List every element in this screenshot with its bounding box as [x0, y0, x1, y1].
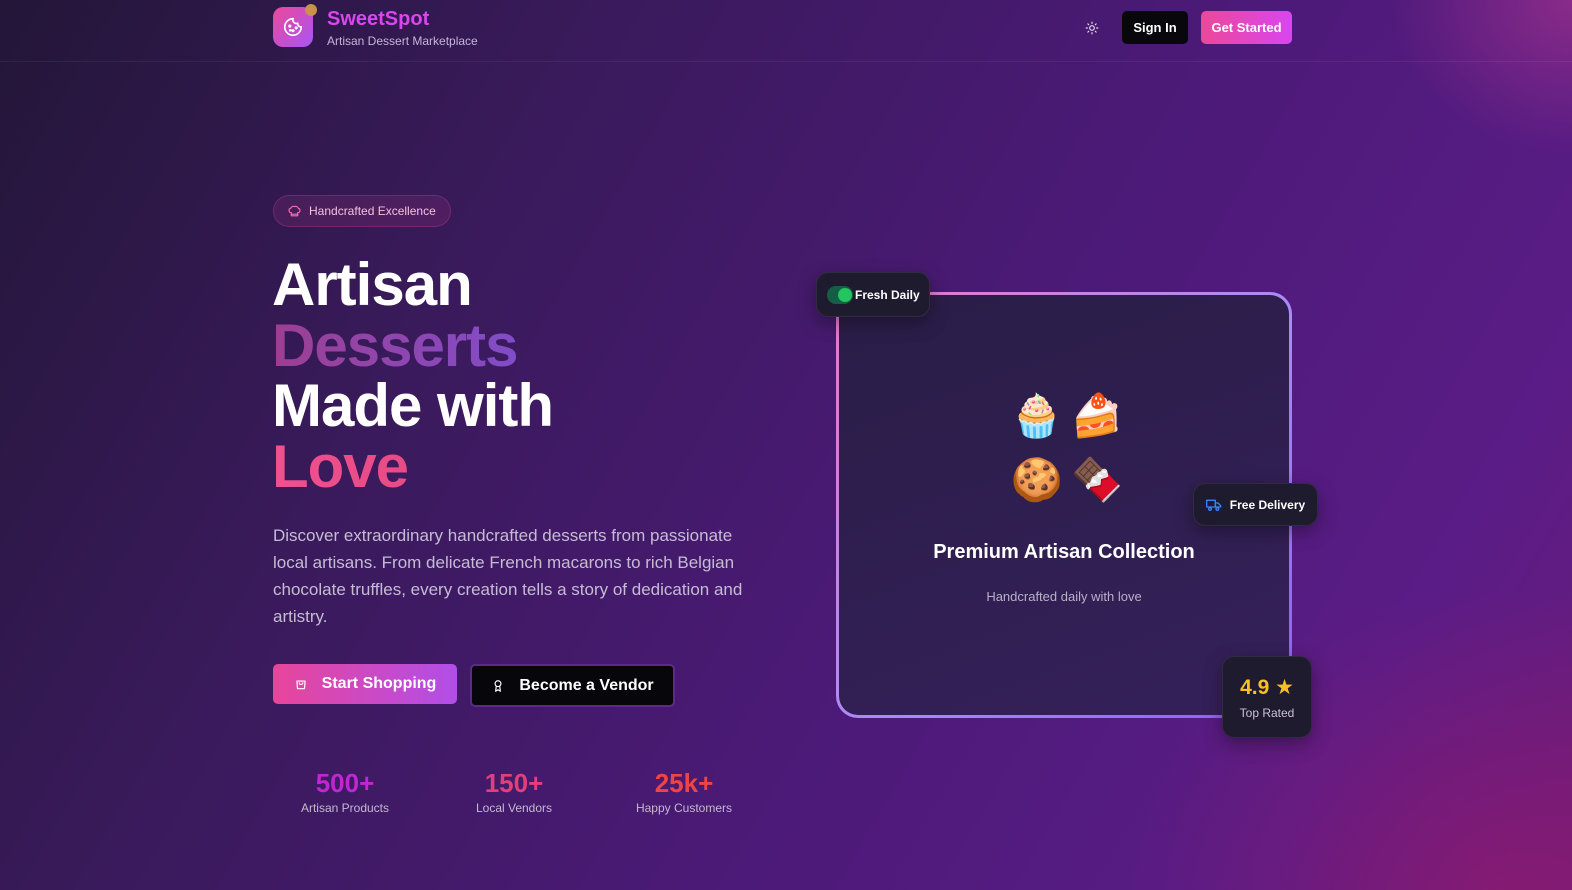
rating-label: Top Rated	[1239, 706, 1295, 720]
rating-badge: 4.9 ★ Top Rated	[1222, 656, 1312, 738]
showcase-title: Premium Artisan Collection	[933, 541, 1195, 563]
dessert-emoji-grid: 🧁 🍰 🍪 🍫	[1007, 390, 1127, 506]
fresh-daily-label: Fresh Daily	[855, 287, 920, 302]
logo-badge[interactable]	[273, 4, 317, 47]
get-started-button[interactable]: Get Started	[1201, 11, 1292, 44]
hero-badge-label: Handcrafted Excellence	[309, 204, 436, 218]
free-delivery-label: Free Delivery	[1229, 497, 1306, 512]
stat-value: 25k+	[654, 768, 714, 798]
rating-value-row: 4.9 ★	[1223, 675, 1311, 700]
stat-value: 500+	[315, 768, 375, 798]
start-shopping-label: Start Shopping	[321, 675, 437, 692]
brand-name: SweetSpot	[327, 8, 430, 30]
cookie-emoji: 🍪	[1010, 456, 1064, 503]
stat-value: 150+	[484, 768, 544, 798]
award-icon	[494, 679, 502, 692]
showcase-subtitle: Handcrafted daily with love	[986, 589, 1142, 604]
headline-line-4: Love	[272, 436, 553, 498]
stat-vendors: 150+ Local Vendors	[449, 768, 579, 815]
star-icon: ★	[1275, 676, 1294, 699]
headline-line-1: Artisan	[272, 251, 473, 318]
fresh-status-toggle	[827, 285, 853, 304]
stat-customers: 25k+ Happy Customers	[619, 768, 749, 815]
chocolate-emoji: 🍫	[1070, 456, 1124, 503]
brand[interactable]: SweetSpot Artisan Dessert Marketplace	[327, 7, 478, 48]
headline-line-3: Made with	[272, 372, 554, 439]
header-divider	[0, 61, 1572, 62]
free-delivery-badge: Free Delivery	[1193, 483, 1318, 526]
chef-hat-icon	[288, 205, 301, 216]
brand-tagline: Artisan Dessert Marketplace	[327, 34, 478, 48]
start-shopping-button[interactable]: Start Shopping	[273, 664, 457, 704]
stat-label: Local Vendors	[475, 801, 553, 815]
logo-notification-dot	[305, 4, 317, 16]
shopping-bag-icon	[296, 680, 306, 690]
sign-in-button[interactable]: Sign In	[1122, 11, 1188, 44]
truck-icon	[1205, 499, 1222, 511]
headline-line-2: Desserts	[272, 315, 553, 377]
hero-description: Discover extraordinary handcrafted desse…	[273, 526, 743, 626]
cake-emoji: 🍰	[1070, 392, 1124, 439]
become-vendor-button[interactable]: Become a Vendor	[470, 664, 675, 707]
cookie-icon	[283, 17, 303, 37]
hero-headline: Artisan Desserts Made with Love	[272, 251, 554, 498]
stat-label: Happy Customers	[635, 801, 733, 815]
fresh-daily-badge: Fresh Daily	[816, 272, 930, 317]
rating-value: 4.9	[1240, 676, 1270, 699]
become-vendor-label: Become a Vendor	[519, 676, 654, 694]
theme-toggle-button[interactable]	[1081, 17, 1103, 39]
stat-products: 500+ Artisan Products	[280, 768, 410, 815]
stat-label: Artisan Products	[300, 801, 390, 815]
hero-badge: Handcrafted Excellence	[273, 195, 451, 227]
sun-icon	[1085, 21, 1099, 35]
cupcake-emoji: 🧁	[1010, 392, 1064, 439]
